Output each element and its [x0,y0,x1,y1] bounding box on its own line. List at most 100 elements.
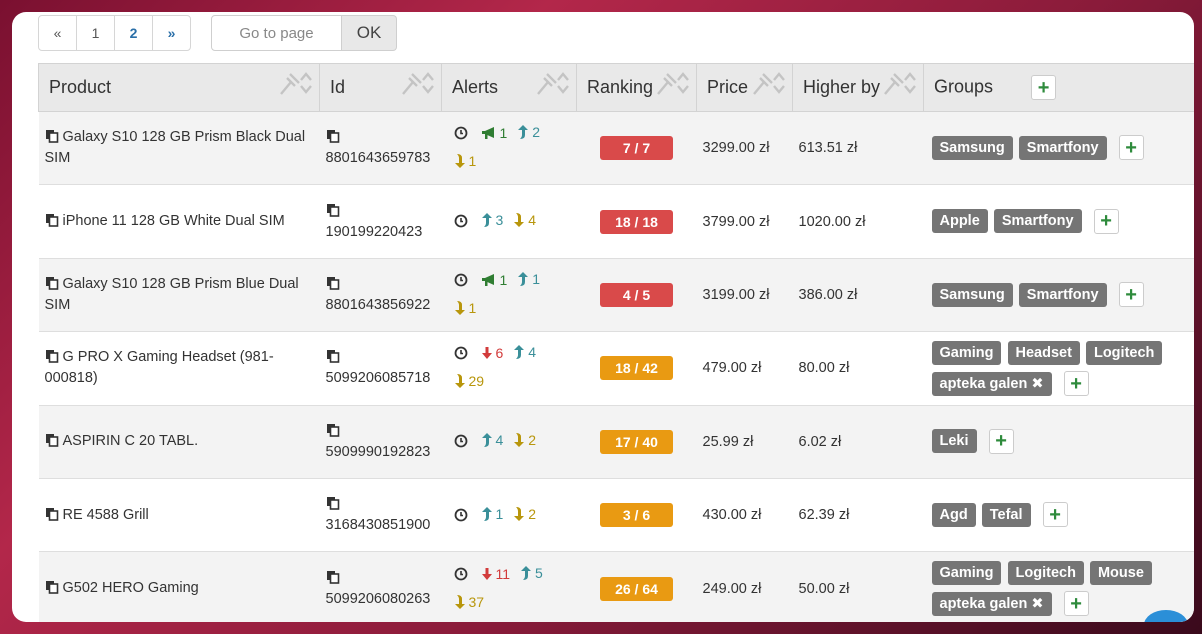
alert-item[interactable]: 2 [513,427,536,453]
alert-item[interactable]: 3 [481,207,503,233]
group-tag[interactable]: Tefal [981,502,1031,527]
group-tag[interactable]: Smartfony [993,209,1082,234]
copy-icon[interactable] [326,496,344,512]
clock-icon[interactable] [454,508,471,522]
sort-pin-icon[interactable] [401,70,435,96]
product-name[interactable]: G502 HERO Gaming [63,580,199,596]
alert-item[interactable]: 5 [520,560,543,586]
group-tag[interactable]: Smartfony [1018,135,1107,160]
table-row[interactable]: G502 HERO Gaming 5099206080263 11 5 37 26 … [38,551,1194,622]
ranking-badge[interactable]: 18 / 18 [600,209,673,234]
alert-item[interactable]: 37 [454,589,484,615]
add-group-button[interactable]: + [1118,282,1144,308]
copy-icon[interactable] [45,213,63,229]
column-header-price[interactable]: Price [696,63,793,112]
goto-page-input[interactable] [211,15,342,51]
pagination-page-1-button[interactable]: 1 [76,15,115,51]
copy-icon[interactable] [45,349,63,365]
alert-item[interactable]: 4 [513,207,536,233]
group-tag[interactable]: Samsung [931,135,1013,160]
product-name[interactable]: iPhone 11 128 GB White Dual SIM [63,213,285,229]
product-name[interactable]: ASPIRIN C 20 TABL. [63,433,199,449]
column-header-product[interactable]: Product [38,63,320,112]
sort-pin-icon[interactable] [883,70,917,96]
copy-icon[interactable] [45,580,63,596]
add-group-button[interactable]: + [1063,371,1089,397]
copy-icon[interactable] [45,507,63,523]
alert-item[interactable]: 29 [454,368,484,394]
copy-icon[interactable] [45,276,63,292]
column-header-id[interactable]: Id [319,63,442,112]
sort-pin-icon[interactable] [752,70,786,96]
ranking-badge[interactable]: 7 / 7 [600,136,673,161]
table-row[interactable]: ASPIRIN C 20 TABL. 5909990192823 42 17 /… [38,405,1194,479]
group-tag[interactable]: Agd [931,502,976,527]
product-name[interactable]: G PRO X Gaming Headset (981-000818) [45,349,274,386]
table-row[interactable]: RE 4588 Grill 3168430851900 12 3 / 6 430… [38,478,1194,553]
clock-icon[interactable] [454,126,471,140]
ranking-badge[interactable]: 26 / 64 [600,576,673,601]
sort-pin-icon[interactable] [656,70,690,96]
product-name[interactable]: RE 4588 Grill [63,507,149,523]
pagination-page-2-button[interactable]: 2 [114,15,153,51]
goto-page-ok-button[interactable]: OK [342,15,397,51]
clock-icon[interactable] [454,214,471,228]
table-row[interactable]: Galaxy S10 128 GB Prism Black Dual SIM 8… [38,111,1194,186]
column-header-alerts[interactable]: Alerts [441,63,577,112]
pagination-next-button[interactable]: » [152,15,191,51]
add-group-button[interactable]: + [1063,591,1089,617]
column-header-higher-by[interactable]: Higher by [792,63,924,112]
ranking-badge[interactable]: 3 / 6 [600,503,673,528]
alert-item[interactable]: 2 [513,501,536,527]
alert-item[interactable]: 1 [454,148,476,174]
alert-item[interactable]: 1 [481,267,507,293]
sort-pin-icon[interactable] [279,70,313,96]
alert-item[interactable]: 1 [517,266,540,292]
group-tag[interactable]: Samsung [931,282,1013,307]
group-tag[interactable]: Logitech [1007,560,1084,585]
clock-icon[interactable] [454,567,471,581]
alert-item[interactable]: 4 [513,339,536,365]
copy-icon[interactable] [326,349,344,365]
group-tag-removable[interactable]: apteka galen ✖ [931,371,1052,396]
add-group-button[interactable]: + [1093,208,1119,234]
add-group-column-button[interactable]: + [1031,75,1057,100]
copy-icon[interactable] [326,203,344,219]
group-tag[interactable]: Smartfony [1018,282,1107,307]
group-tag[interactable]: Apple [931,209,988,234]
alert-item[interactable]: 1 [454,295,476,321]
pagination-prev-button[interactable]: « [38,15,77,51]
ranking-badge[interactable]: 17 / 40 [600,429,673,454]
alert-item[interactable]: 1 [481,501,503,527]
alert-item[interactable]: 4 [481,427,503,453]
ranking-badge[interactable]: 18 / 42 [600,356,673,381]
add-group-button[interactable]: + [1042,502,1068,528]
clock-icon[interactable] [454,346,471,360]
alert-item[interactable]: 2 [517,119,540,145]
copy-icon[interactable] [326,276,344,292]
clock-icon[interactable] [454,273,471,287]
group-tag[interactable]: Logitech [1085,340,1163,365]
ranking-badge[interactable]: 4 / 5 [600,282,673,307]
alert-item[interactable]: 11 [481,561,510,587]
clock-icon[interactable] [454,434,471,448]
column-header-ranking[interactable]: Ranking [576,63,697,112]
alert-item[interactable]: 6 [481,340,503,366]
add-group-button[interactable]: + [1118,135,1144,161]
copy-icon[interactable] [326,129,344,145]
copy-icon[interactable] [45,129,63,145]
copy-icon[interactable] [45,433,63,449]
group-tag-removable[interactable]: apteka galen ✖ [931,591,1052,616]
group-tag[interactable]: Headset [1007,340,1080,365]
group-tag[interactable]: Leki [931,429,977,454]
group-tag[interactable]: Gaming [931,340,1002,365]
group-tag[interactable]: Mouse [1089,560,1152,585]
remove-tag-icon[interactable]: ✖ [1031,376,1043,392]
product-name[interactable]: Galaxy S10 128 GB Prism Black Dual SIM [45,129,306,166]
alert-item[interactable]: 1 [481,120,507,146]
add-group-button[interactable]: + [988,428,1014,454]
table-row[interactable]: G PRO X Gaming Headset (981-000818) 5099… [38,331,1194,406]
table-row[interactable]: Galaxy S10 128 GB Prism Blue Dual SIM 88… [38,258,1194,333]
copy-icon[interactable] [326,423,344,439]
remove-tag-icon[interactable]: ✖ [1031,596,1043,612]
